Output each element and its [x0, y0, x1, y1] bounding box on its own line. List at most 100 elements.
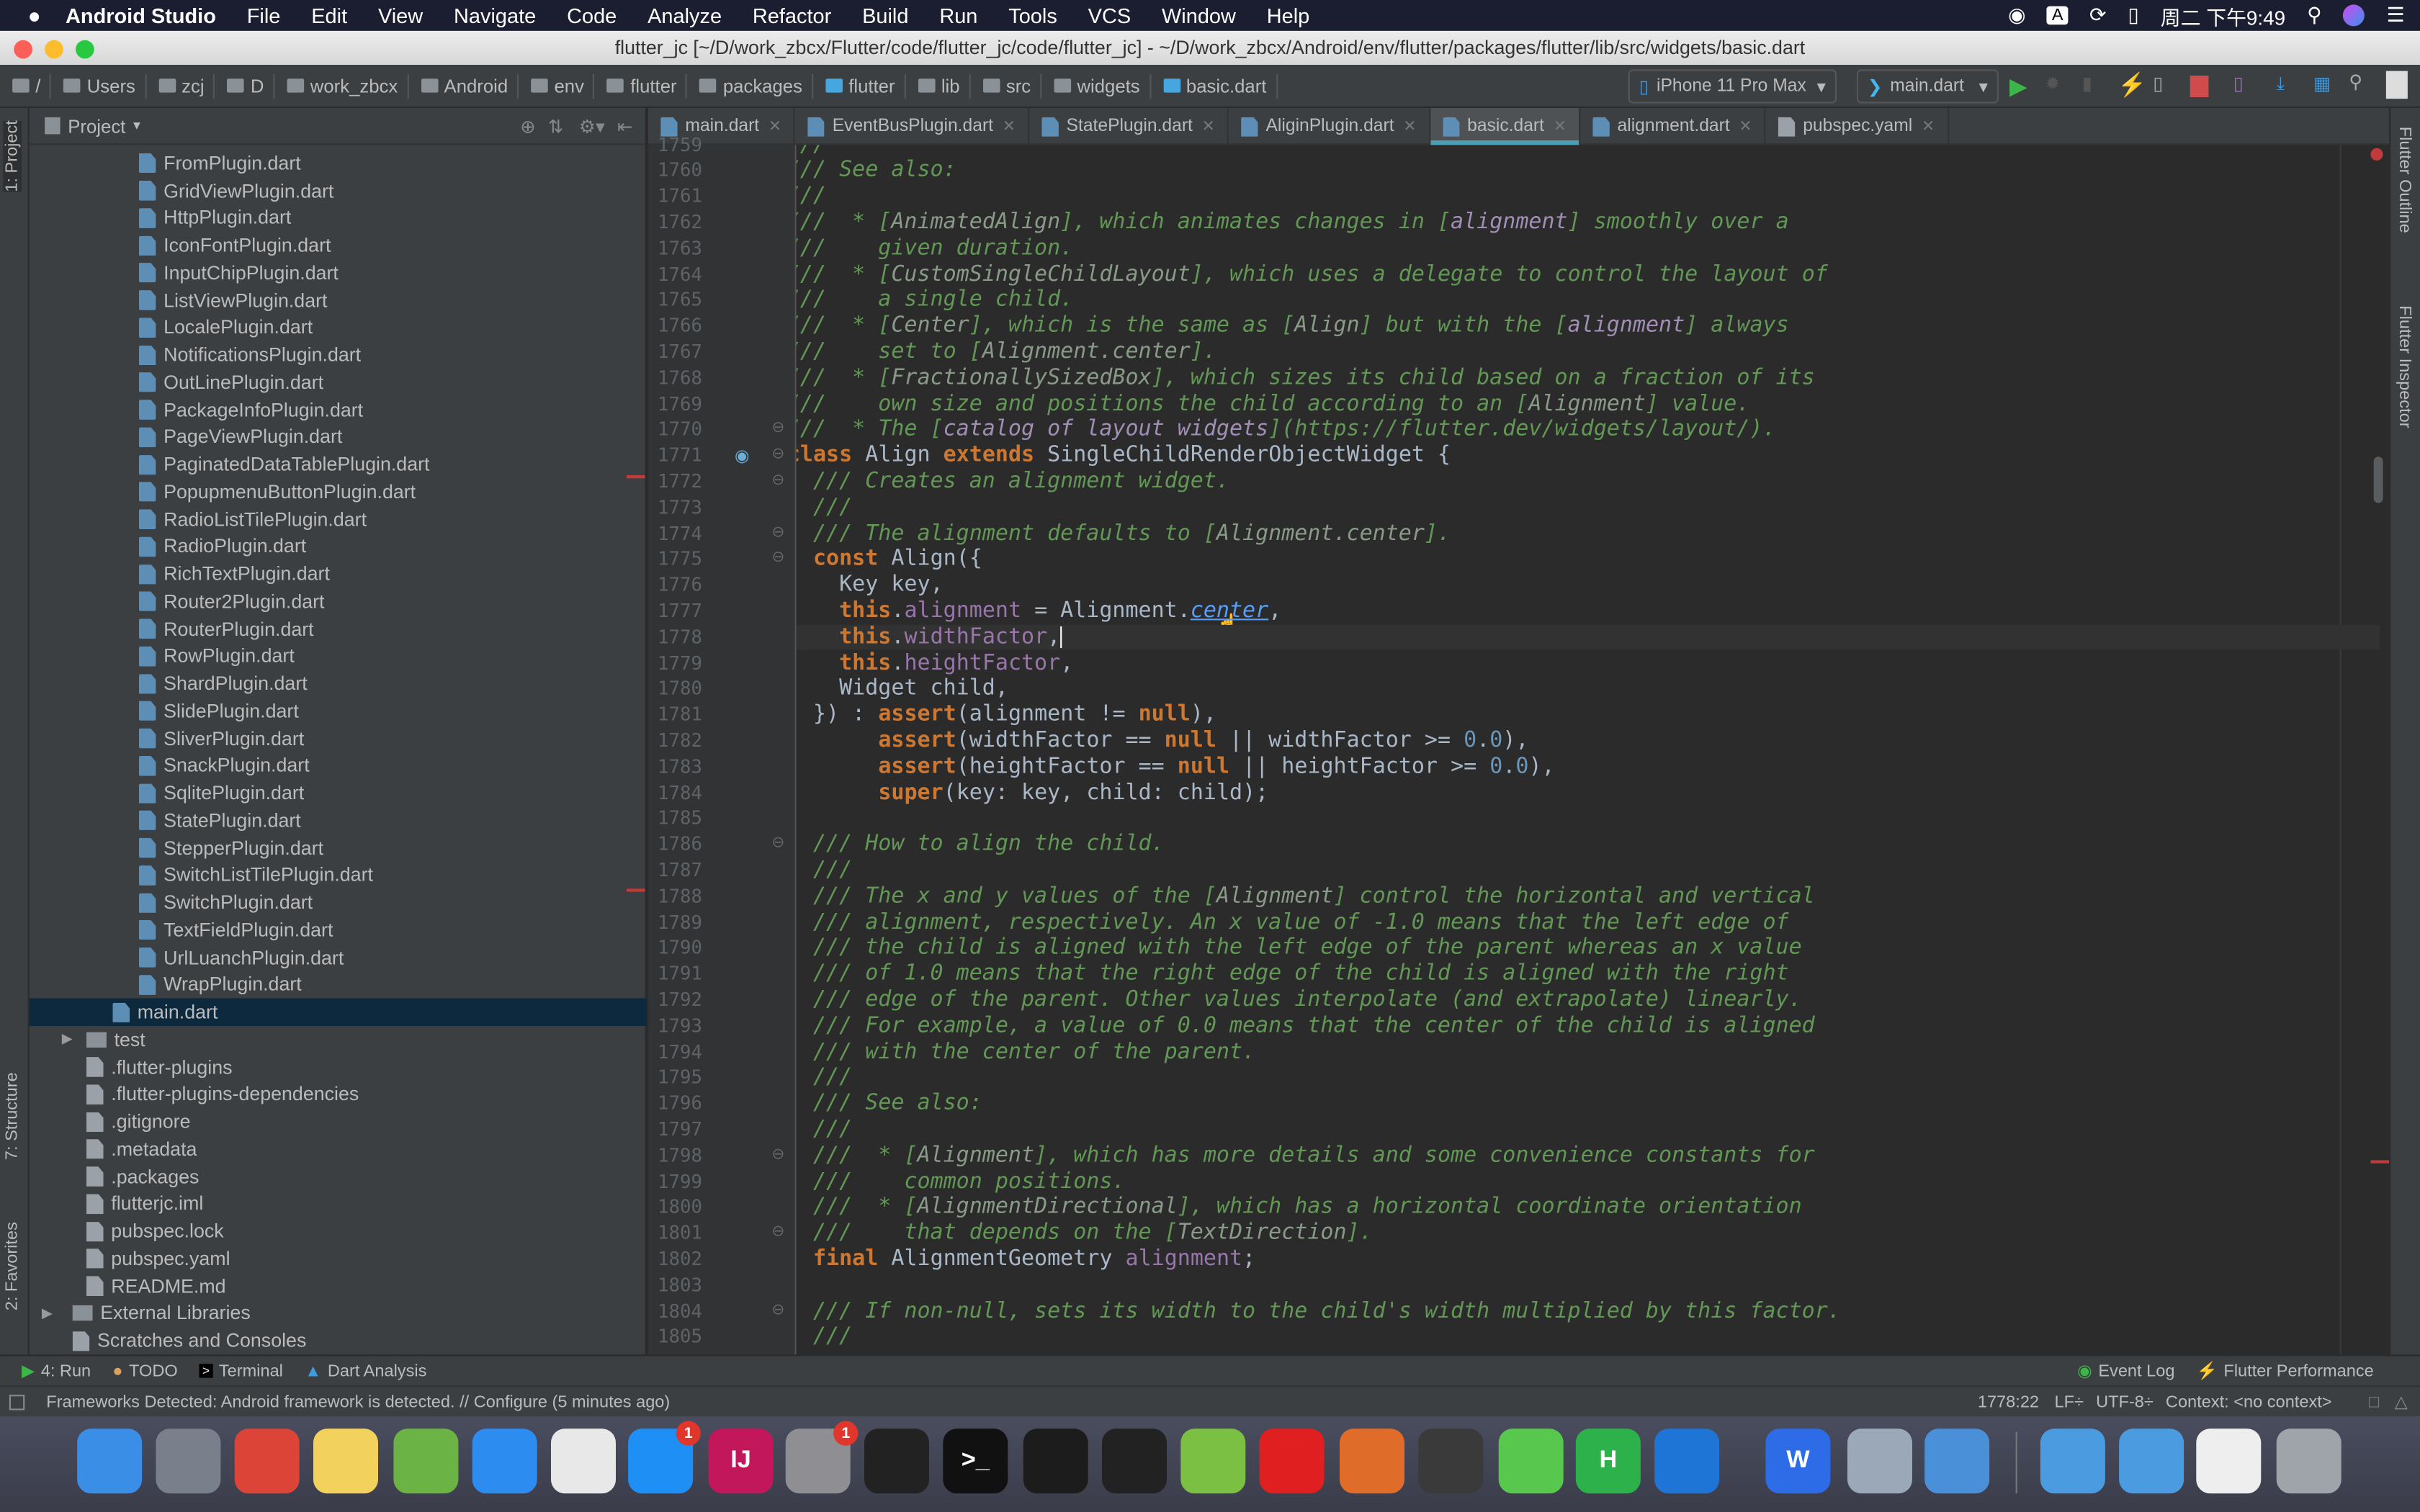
context-indicator[interactable]: Context: <no context>	[2166, 1392, 2332, 1411]
sdk-manager-icon[interactable]: ⤓	[2277, 73, 2285, 96]
tool-project[interactable]: 1: Project	[3, 120, 22, 192]
close-tab-icon[interactable]: ✕	[1003, 118, 1016, 135]
tree-item[interactable]: .flutter-plugins	[30, 1053, 647, 1081]
tree-item[interactable]: HttpPlugin.dart	[30, 204, 647, 232]
close-tab-icon[interactable]: ✕	[1403, 118, 1416, 135]
dock-folder-2[interactable]	[2119, 1428, 2184, 1494]
hide-panel-icon[interactable]: ⇤	[617, 115, 633, 137]
tab-basic-dart[interactable]: basic.dart ✕	[1430, 108, 1581, 145]
dock-notes[interactable]	[313, 1428, 378, 1494]
collapse-all-icon[interactable]: ⇅	[548, 115, 564, 137]
dock-motion-pro[interactable]	[1102, 1428, 1167, 1494]
dock-system-preferences[interactable]: 1	[785, 1421, 859, 1494]
dock-instruments[interactable]	[1924, 1428, 1990, 1494]
fold-marker-icon[interactable]: ⊖	[771, 834, 784, 852]
overridden-icon[interactable]: ◉	[735, 446, 750, 467]
menu-view[interactable]: View	[378, 4, 423, 27]
breadcrumb-item[interactable]: Android	[408, 73, 519, 99]
input-method-icon[interactable]: A	[2047, 6, 2069, 25]
breadcrumb-item[interactable]: Users	[51, 73, 146, 99]
tool-flutter-inspector[interactable]: Flutter Inspector	[2396, 305, 2414, 428]
caret-position[interactable]: 1778:22	[1978, 1392, 2039, 1411]
breadcrumb-item[interactable]: flutter	[813, 73, 906, 99]
run-config-selector[interactable]: ❯ main.dart ▾	[1856, 69, 1999, 104]
tree-item[interactable]: IconFontPlugin.dart	[30, 232, 647, 259]
lock-icon[interactable]: □	[2369, 1392, 2379, 1411]
tree-item[interactable]: PaginatedDataTablePlugin.dart	[30, 451, 647, 478]
fold-marker-icon[interactable]: ⊖	[771, 1146, 784, 1163]
tree-item[interactable]: .flutter-plugins-dependencies	[30, 1081, 647, 1108]
dock-terminal[interactable]: >_	[943, 1428, 1008, 1494]
tool-favorites[interactable]: 2: Favorites	[3, 1222, 22, 1310]
tree-item[interactable]: TextFieldPlugin.dart	[30, 917, 647, 944]
dock-qq[interactable]	[864, 1428, 929, 1494]
tree-item[interactable]: StatePlugin.dart	[30, 807, 647, 834]
tool-event-log[interactable]: ◉ Event Log	[2077, 1361, 2174, 1381]
menu-run[interactable]: Run	[939, 4, 977, 27]
tree-item[interactable]: pubspec.yaml	[30, 1245, 647, 1272]
menu-code[interactable]: Code	[567, 4, 617, 27]
project-view-selector[interactable]: Project	[68, 115, 125, 137]
settings-gear-icon[interactable]: ⚙▾	[579, 115, 605, 137]
locate-icon[interactable]: ⊕	[520, 115, 536, 137]
close-window-button[interactable]	[14, 40, 32, 59]
tab-stateplugin-dart[interactable]: StatePlugin.dart ✕	[1029, 108, 1229, 145]
sync-icon[interactable]: ⟳	[2089, 3, 2106, 27]
attach-icon[interactable]: ▮	[2082, 73, 2092, 94]
tab-alignment-dart[interactable]: alignment.dart ✕	[1580, 108, 1766, 145]
menu-file[interactable]: File	[247, 4, 281, 27]
hot-restart-icon[interactable]: ▯	[2153, 73, 2163, 94]
editor-scrollbar[interactable]	[2373, 456, 2383, 503]
tree-item[interactable]: UrlLuanchPlugin.dart	[30, 944, 647, 971]
tool-dart-analysis[interactable]: ▲ Dart Analysis	[305, 1362, 426, 1380]
tree-item[interactable]: SliverPlugin.dart	[30, 725, 647, 752]
device-selector[interactable]: ▯ iPhone 11 Pro Max ▾	[1628, 69, 1837, 104]
menu-navigate[interactable]: Navigate	[454, 4, 536, 27]
toggle-tool-windows-icon[interactable]	[9, 1394, 25, 1410]
code-editor[interactable]: ☝ ////// See also:////// * [AnimatedAlig…	[796, 145, 2390, 1355]
fold-marker-icon[interactable]: ⊖	[771, 472, 784, 489]
close-tab-icon[interactable]: ✕	[1739, 118, 1752, 135]
tree-item[interactable]: NotificationsPlugin.dart	[30, 341, 647, 369]
tree-item[interactable]: .gitignore	[30, 1108, 647, 1135]
breadcrumb-item[interactable]: /	[0, 73, 52, 99]
dock-trash[interactable]	[2276, 1428, 2341, 1494]
tool-run[interactable]: ▶ 4: Run	[22, 1361, 91, 1381]
fold-marker-icon[interactable]: ⊖	[771, 1223, 784, 1241]
notification-center-icon[interactable]: ☰	[2387, 3, 2405, 27]
tree-item[interactable]: FromPlugin.dart	[30, 150, 647, 177]
tree-item[interactable]: ▶ test	[30, 1026, 647, 1053]
tree-item[interactable]: LocalePlugin.dart	[30, 314, 647, 341]
fold-marker-icon[interactable]: ⊖	[771, 524, 784, 541]
breadcrumb-item[interactable]: work_zbcx	[274, 73, 409, 99]
dock-finder[interactable]	[77, 1428, 143, 1494]
dock-launchpad[interactable]	[156, 1428, 221, 1494]
menu-analyze[interactable]: Analyze	[647, 4, 722, 27]
dock-quicktime[interactable]	[1418, 1428, 1484, 1494]
dock-chrome[interactable]	[234, 1428, 300, 1494]
fold-marker-icon[interactable]: ⊖	[771, 446, 784, 463]
tool-todo[interactable]: ● TODO	[112, 1362, 178, 1380]
spotlight-search-icon[interactable]: ⚲	[2307, 3, 2321, 27]
menu-edit[interactable]: Edit	[311, 4, 347, 27]
minimize-window-button[interactable]	[45, 40, 63, 59]
breadcrumb-item[interactable]: src	[971, 73, 1042, 99]
line-separator[interactable]: LF÷	[2054, 1392, 2083, 1411]
breadcrumb-item[interactable]: packages	[688, 73, 813, 99]
dock-hbuilder[interactable]: H	[1575, 1428, 1641, 1494]
tree-item[interactable]: README.md	[30, 1272, 647, 1300]
dock-xlsx-file[interactable]	[2196, 1428, 2262, 1494]
breadcrumb-item[interactable]: D	[215, 73, 275, 99]
tree-item[interactable]: WrapPlugin.dart	[30, 971, 647, 999]
tree-item[interactable]: flutterjc.iml	[30, 1190, 647, 1218]
avd-manager-icon[interactable]: ▯	[2233, 73, 2244, 94]
tree-item[interactable]: pubspec.lock	[30, 1218, 647, 1245]
tree-item[interactable]: PopupmenuButtonPlugin.dart	[30, 478, 647, 505]
close-tab-icon[interactable]: ✕	[1554, 118, 1567, 135]
dock-folder-1[interactable]	[2040, 1428, 2105, 1494]
apple-icon[interactable]: ●	[28, 3, 41, 27]
dock-messages[interactable]	[1498, 1428, 1564, 1494]
status-message[interactable]: Frameworks Detected: Android framework i…	[46, 1392, 670, 1411]
tree-item[interactable]: RadioListTilePlugin.dart	[30, 505, 647, 533]
breadcrumb-item[interactable]: lib	[906, 73, 971, 99]
